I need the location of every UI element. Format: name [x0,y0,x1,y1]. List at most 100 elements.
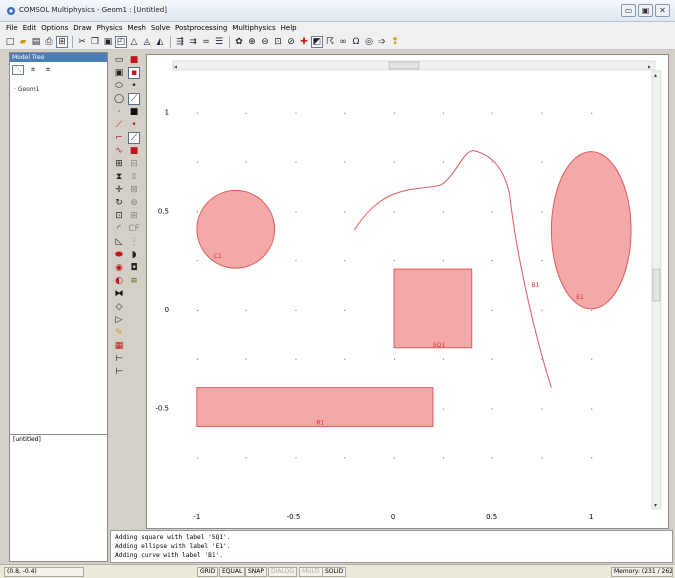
array-grey-icon[interactable]: ⊟ [128,158,140,170]
minimize-button[interactable]: ▭ [621,4,636,17]
black-square-icon[interactable]: ■ [128,106,140,118]
close-button[interactable]: ✕ [655,4,670,17]
filled-square-icon[interactable]: ■ [128,145,140,157]
measure-icon[interactable]: ⊢ [113,366,125,378]
dialog-toggle[interactable]: DIALOG [268,567,297,577]
polyline-icon[interactable]: ⌐ [113,132,125,144]
model-tree-toggle-icon[interactable]: ⊞ [56,35,68,48]
tree-collapse-icon[interactable]: ± [42,65,54,75]
menu-options[interactable]: Options [41,24,68,32]
scale-icon[interactable]: ⊡ [113,210,125,222]
postprocessing-icon[interactable]: ◩ [311,35,323,48]
split-grey-icon[interactable]: ⋮ [128,236,140,248]
cut-icon[interactable]: ✂ [76,36,88,48]
point-dot-icon[interactable]: • [128,80,140,92]
open-icon[interactable]: ▰ [17,36,29,48]
rotate-grey-icon[interactable]: ⊗ [128,197,140,209]
zoom-extents-icon[interactable]: ⊘ [285,36,297,48]
chamfer-icon[interactable]: ◺ [113,236,125,248]
multi-toggle[interactable]: MULTI [299,567,323,577]
zoom-window-icon[interactable]: ⊡ [272,36,284,48]
line-select-icon[interactable]: ⟋ [128,93,140,105]
rectangle-r1[interactable] [196,387,434,427]
paste-icon[interactable]: ▣ [102,36,114,48]
vertical-scrollbar[interactable]: ▴ ▾ [651,70,662,510]
move-icon[interactable]: ✛ [113,184,125,196]
scale-grey-icon[interactable]: ⊠ [128,184,140,196]
animation-icon[interactable]: ∞ [337,36,349,48]
curve-icon[interactable]: ∿ [113,145,125,157]
square-selected-icon[interactable]: ▪ [128,67,140,79]
maximize-button[interactable]: ▣ [638,4,653,17]
fillet-icon[interactable]: ◜ [113,223,125,235]
boundary-mode-icon[interactable]: ◬ [141,36,153,48]
plot-parameters-icon[interactable]: ☈ [324,36,336,48]
menu-help[interactable]: Help [281,24,297,32]
scalar-variables-icon[interactable]: ☰ [213,36,225,48]
snap-toggle[interactable]: SNAP [245,567,268,577]
mirror-grey-icon[interactable]: ⧖ [128,171,140,183]
tip-icon[interactable]: ❢ [389,36,401,48]
menu-multiphysics[interactable]: Multiphysics [232,24,275,32]
intersection-icon[interactable]: ◉ [113,262,125,274]
tree-expand-icon[interactable]: ± [27,65,39,75]
subdomain-mode-icon[interactable]: ◭ [154,36,166,48]
solid-toggle[interactable]: SOLID [322,567,347,577]
square-sq1[interactable] [393,268,473,349]
copy-icon[interactable]: ❐ [89,36,101,48]
diagonal-icon[interactable]: ⟋ [128,132,140,144]
geometry-canvas[interactable]: ◂ ▸ ▴ ▾ -1 -0.5 0 0.5 1 1 0.5 0 -0.5 C1 … [146,54,669,529]
copy-grey-icon[interactable]: ⊞ [128,210,140,222]
menu-edit[interactable]: Edit [23,24,37,32]
boundary-settings-icon[interactable]: ⇶ [174,36,186,48]
create-composite-icon[interactable]: ✎ [113,327,125,339]
geometry-model-icon[interactable]: ▦ [113,340,125,352]
horizontal-scrollbar[interactable]: ◂ ▸ [172,60,656,70]
mesh-icon[interactable]: ✿ [233,36,245,48]
menu-file[interactable]: File [6,24,18,32]
equation-icon[interactable]: = [200,36,212,48]
print-icon[interactable]: ⎙ [43,36,55,48]
equal-toggle[interactable]: EQUAL [219,567,246,577]
extrude-icon[interactable]: ◗ [128,249,140,261]
red-dot-icon[interactable]: • [128,119,140,131]
menu-postprocessing[interactable]: Postprocessing [175,24,227,32]
menu-solve[interactable]: Solve [151,24,170,32]
tree-item-geom1[interactable]: · Geom1 [14,86,40,93]
menu-mesh[interactable]: Mesh [127,24,145,32]
ellipse-icon[interactable]: ⬭ [113,80,125,92]
new-icon[interactable]: □ [4,36,16,48]
subdomain-settings-icon[interactable]: ⇉ [187,36,199,48]
revolve-icon[interactable]: ◘ [128,262,140,274]
menu-physics[interactable]: Physics [97,24,123,32]
rotate-icon[interactable]: ↻ [113,197,125,209]
ellipse-e1[interactable] [550,151,632,310]
zoom-out-icon[interactable]: ⊖ [259,36,271,48]
ellipse-centered-icon[interactable]: ◯ [113,93,125,105]
difference-icon[interactable]: ◐ [113,275,125,287]
mirror-icon[interactable]: ⧗ [113,171,125,183]
rectangle-centered-icon[interactable]: ▣ [113,67,125,79]
cf-icon[interactable]: CF [128,223,140,235]
omega-icon[interactable]: Ω [350,36,362,48]
grid-toggle[interactable]: GRID [197,567,219,577]
zoom-in-icon[interactable]: ⊕ [246,36,258,48]
save-icon[interactable]: ▤ [30,36,42,48]
point-icon[interactable]: · [113,106,125,118]
help-circle-icon[interactable]: ◎ [363,36,375,48]
circle-c1[interactable] [196,189,276,269]
rectangle-icon[interactable]: ▭ [113,54,125,66]
union-icon[interactable]: ⬬ [113,249,125,261]
delete-interior-icon[interactable]: ▷ [113,314,125,326]
coerce-icon[interactable]: ⧓ [113,288,125,300]
split-icon[interactable]: ◇ [113,301,125,313]
export-icon[interactable]: ➩ [376,36,388,48]
draw-mode-icon[interactable]: ◰ [115,35,127,48]
array-icon[interactable]: ⊞ [113,158,125,170]
hatch-icon[interactable]: ⊢ [113,353,125,365]
solve-icon[interactable]: ✚ [298,36,310,48]
red-square-icon[interactable]: ■ [128,54,140,66]
menu-draw[interactable]: Draw [73,24,91,32]
line-icon[interactable]: ⟋ [113,119,125,131]
point-mode-icon[interactable]: △ [128,36,140,48]
